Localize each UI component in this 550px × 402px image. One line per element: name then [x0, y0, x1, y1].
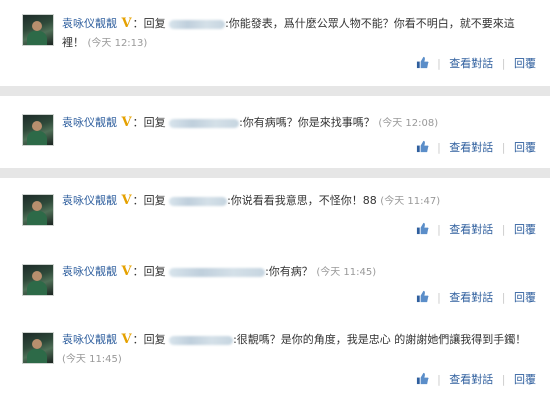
- timestamp: (今天 12:13): [87, 38, 148, 49]
- comment-actions: | 查看對話 | 回覆: [416, 290, 536, 306]
- view-conversation-link[interactable]: 查看對話: [449, 141, 493, 154]
- comment-text: 袁咏仪靓靓 V：回复 :你有病？ (今天 11:45): [62, 262, 532, 282]
- verified-icon: V: [121, 16, 132, 31]
- comment-message: :你有病嗎？你是來找事嗎？: [239, 116, 375, 129]
- reply-prefix: 回复: [143, 333, 166, 346]
- comment-actions: | 查看對話 | 回覆: [416, 222, 536, 238]
- username-link[interactable]: 袁咏仪靓靓: [62, 116, 117, 129]
- timestamp: (今天 11:45): [316, 267, 377, 278]
- comment-item: 袁咏仪靓靓 V：回复 :你能發表，爲什麼公眾人物不能？你看不明白，就不要來這裡！…: [0, 0, 550, 86]
- comment-message: :你说看看我意思，不怪你！88: [227, 194, 377, 207]
- reply-link[interactable]: 回覆: [514, 141, 536, 154]
- comment-actions: | 查看對話 | 回覆: [416, 140, 536, 156]
- separator: |: [437, 223, 441, 236]
- separator-band: [0, 86, 550, 96]
- verified-icon: V: [121, 193, 132, 208]
- separator: |: [501, 291, 506, 304]
- blurred-username: [169, 267, 266, 277]
- reply-prefix: 回复: [143, 116, 166, 129]
- comment-item: 袁咏仪靓靓 V：回复 :你说看看我意思，不怪你！88 (今天 11:47) | …: [0, 178, 550, 244]
- view-conversation-link[interactable]: 查看對話: [449, 373, 493, 386]
- reply-link[interactable]: 回覆: [514, 373, 536, 386]
- comment-text: 袁咏仪靓靓 V：回复 :你有病嗎？你是來找事嗎？ (今天 12:08): [62, 113, 532, 133]
- thumbs-up-icon[interactable]: [416, 140, 429, 153]
- reply-prefix: 回复: [143, 17, 166, 30]
- avatar[interactable]: [22, 14, 54, 46]
- avatar[interactable]: [22, 332, 54, 364]
- colon: ：: [132, 265, 144, 278]
- view-conversation-link[interactable]: 查看對話: [449, 291, 493, 304]
- colon: ：: [132, 194, 144, 207]
- blurred-username: [169, 335, 234, 345]
- thumbs-up-icon[interactable]: [416, 222, 429, 235]
- username-link[interactable]: 袁咏仪靓靓: [62, 265, 117, 278]
- verified-icon: V: [121, 115, 132, 130]
- separator: |: [501, 57, 506, 70]
- reply-link[interactable]: 回覆: [514, 57, 536, 70]
- reply-link[interactable]: 回覆: [514, 223, 536, 236]
- separator: |: [437, 141, 441, 154]
- blurred-username: [169, 196, 228, 206]
- view-conversation-link[interactable]: 查看對話: [449, 57, 493, 70]
- thumbs-up-icon[interactable]: [416, 290, 429, 303]
- separator: |: [501, 373, 506, 386]
- reply-link[interactable]: 回覆: [514, 291, 536, 304]
- colon: ：: [132, 17, 144, 30]
- separator: |: [437, 57, 441, 70]
- separator: |: [437, 373, 441, 386]
- timestamp: (今天 11:47): [380, 196, 441, 207]
- comment-text: 袁咏仪靓靓 V：回复 :很靚嗎？是你的角度，我是忠心 的謝謝她們讓我得到手鐲！ …: [62, 330, 532, 369]
- comment-item: 袁咏仪靓靓 V：回复 :很靚嗎？是你的角度，我是忠心 的謝謝她們讓我得到手鐲！ …: [0, 310, 550, 402]
- comment-item: 袁咏仪靓靓 V：回复 :你有病？ (今天 11:45) | 查看對話 | 回覆: [0, 244, 550, 310]
- timestamp: (今天 11:45): [62, 354, 122, 365]
- blurred-username: [169, 118, 240, 128]
- separator: |: [501, 223, 506, 236]
- weibo-comment-list: 袁咏仪靓靓 V：回复 :你能發表，爲什麼公眾人物不能？你看不明白，就不要來這裡！…: [0, 0, 550, 402]
- username-link[interactable]: 袁咏仪靓靓: [62, 333, 117, 346]
- timestamp: (今天 12:08): [378, 118, 439, 129]
- separator: |: [437, 291, 441, 304]
- separator: |: [501, 141, 506, 154]
- separator-band: [0, 168, 550, 178]
- thumbs-up-icon[interactable]: [416, 56, 429, 69]
- colon: ：: [132, 333, 144, 346]
- blurred-username: [169, 19, 226, 29]
- reply-prefix: 回复: [143, 265, 166, 278]
- comment-message: :你有病？: [265, 265, 313, 278]
- username-link[interactable]: 袁咏仪靓靓: [62, 17, 117, 30]
- avatar[interactable]: [22, 114, 54, 146]
- verified-icon: V: [121, 264, 132, 279]
- view-conversation-link[interactable]: 查看對話: [449, 223, 493, 236]
- reply-prefix: 回复: [143, 194, 166, 207]
- comment-text: 袁咏仪靓靓 V：回复 :你能發表，爲什麼公眾人物不能？你看不明白，就不要來這裡！…: [62, 14, 532, 53]
- thumbs-up-icon[interactable]: [416, 372, 429, 385]
- avatar[interactable]: [22, 194, 54, 226]
- colon: ：: [132, 116, 144, 129]
- verified-icon: V: [121, 332, 132, 347]
- username-link[interactable]: 袁咏仪靓靓: [62, 194, 117, 207]
- comment-message: :很靚嗎？是你的角度，我是忠心 的謝謝她們讓我得到手鐲！: [233, 333, 527, 346]
- comment-actions: | 查看對話 | 回覆: [416, 56, 536, 72]
- comment-item: 袁咏仪靓靓 V：回复 :你有病嗎？你是來找事嗎？ (今天 12:08) | 查看…: [0, 96, 550, 168]
- avatar[interactable]: [22, 264, 54, 296]
- comment-actions: | 查看對話 | 回覆: [416, 372, 536, 388]
- comment-text: 袁咏仪靓靓 V：回复 :你说看看我意思，不怪你！88 (今天 11:47): [62, 191, 532, 211]
